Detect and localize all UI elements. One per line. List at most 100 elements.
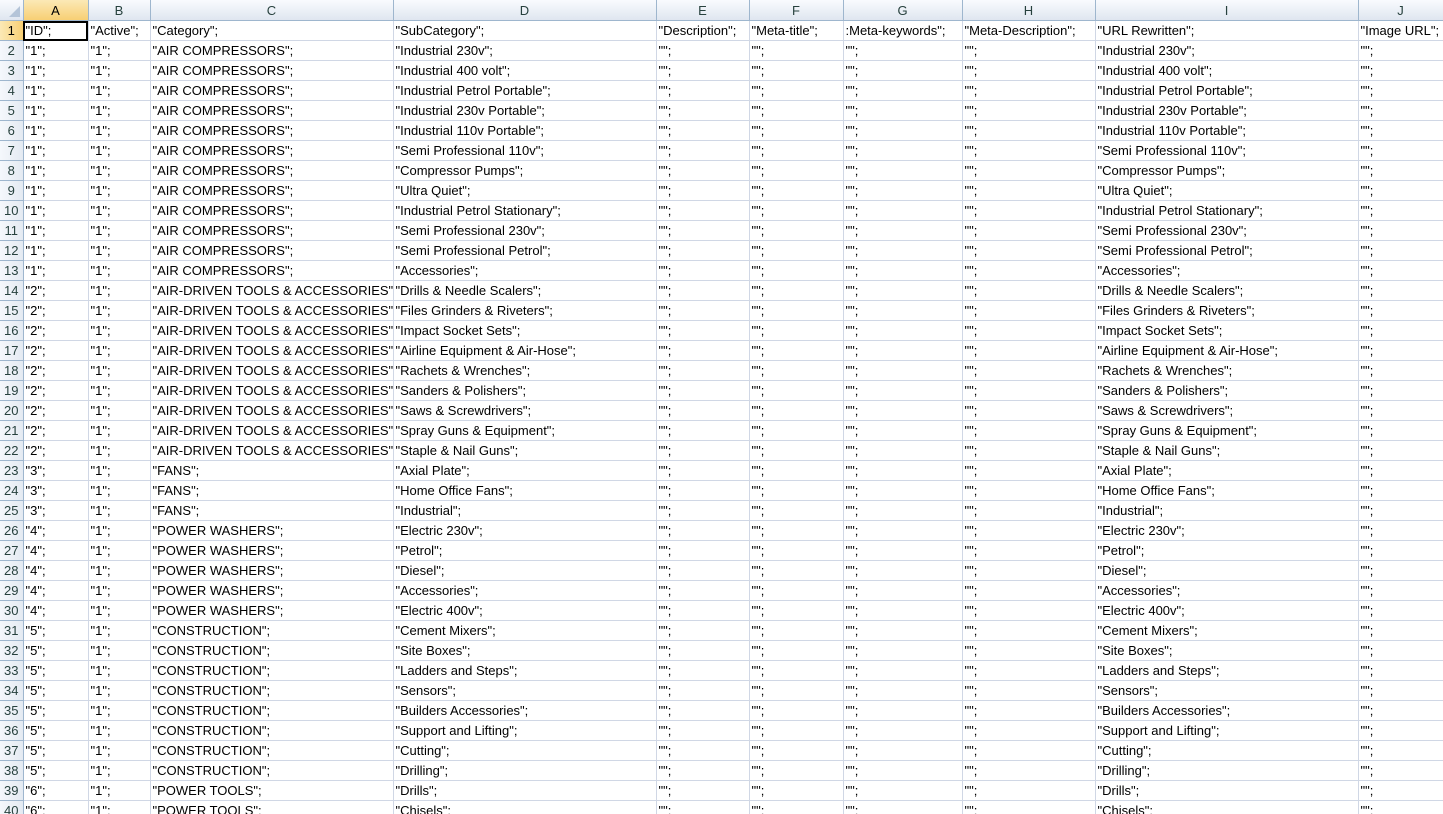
cell-d18[interactable]: "Rachets & Wrenches";	[393, 360, 657, 381]
row-header[interactable]: 5	[0, 100, 24, 121]
cell-h37[interactable]: "";	[962, 740, 1096, 761]
cell-e40[interactable]: "";	[656, 800, 750, 814]
cell-a22[interactable]: "2";	[23, 440, 89, 461]
cell-a21[interactable]: "2";	[23, 420, 89, 441]
row-header[interactable]: 10	[0, 200, 24, 221]
cell-c32[interactable]: "CONSTRUCTION";	[150, 640, 394, 661]
cell-j10[interactable]: "";	[1358, 200, 1443, 221]
cell-j3[interactable]: "";	[1358, 60, 1443, 81]
cell-e25[interactable]: "";	[656, 500, 750, 521]
cell-i7[interactable]: "Semi Professional 110v";	[1095, 140, 1359, 161]
cell-j2[interactable]: "";	[1358, 40, 1443, 61]
cell-d15[interactable]: "Files Grinders & Riveters";	[393, 300, 657, 321]
cell-d31[interactable]: "Cement Mixers";	[393, 620, 657, 641]
row-header[interactable]: 7	[0, 140, 24, 161]
row-header[interactable]: 6	[0, 120, 24, 141]
cell-b24[interactable]: "1";	[88, 480, 151, 501]
cell-c18[interactable]: "AIR-DRIVEN TOOLS & ACCESSORIES";	[150, 360, 394, 381]
cell-c36[interactable]: "CONSTRUCTION";	[150, 720, 394, 741]
cell-b15[interactable]: "1";	[88, 300, 151, 321]
row-header[interactable]: 19	[0, 380, 24, 401]
cell-d7[interactable]: "Semi Professional 110v";	[393, 140, 657, 161]
cell-a12[interactable]: "1";	[23, 240, 89, 261]
row-header[interactable]: 37	[0, 740, 24, 761]
cell-c5[interactable]: "AIR COMPRESSORS";	[150, 100, 394, 121]
cell-g12[interactable]: "";	[843, 240, 963, 261]
cell-b5[interactable]: "1";	[88, 100, 151, 121]
cell-i12[interactable]: "Semi Professional Petrol";	[1095, 240, 1359, 261]
cell-b9[interactable]: "1";	[88, 180, 151, 201]
cell-f6[interactable]: "";	[749, 120, 844, 141]
cell-h4[interactable]: "";	[962, 80, 1096, 101]
cell-b19[interactable]: "1";	[88, 380, 151, 401]
row-header[interactable]: 16	[0, 320, 24, 341]
row-header[interactable]: 35	[0, 700, 24, 721]
cell-g11[interactable]: "";	[843, 220, 963, 241]
cell-e8[interactable]: "";	[656, 160, 750, 181]
cell-f39[interactable]: "";	[749, 780, 844, 801]
cell-g6[interactable]: "";	[843, 120, 963, 141]
cell-i19[interactable]: "Sanders & Polishers";	[1095, 380, 1359, 401]
cell-g31[interactable]: "";	[843, 620, 963, 641]
cell-a37[interactable]: "5";	[23, 740, 89, 761]
cell-b16[interactable]: "1";	[88, 320, 151, 341]
cell-i29[interactable]: "Accessories";	[1095, 580, 1359, 601]
cell-g32[interactable]: "";	[843, 640, 963, 661]
cell-d19[interactable]: "Sanders & Polishers";	[393, 380, 657, 401]
cell-d40[interactable]: "Chisels";	[393, 800, 657, 814]
cell-g5[interactable]: "";	[843, 100, 963, 121]
cell-c11[interactable]: "AIR COMPRESSORS";	[150, 220, 394, 241]
row-header[interactable]: 12	[0, 240, 24, 261]
cell-c31[interactable]: "CONSTRUCTION";	[150, 620, 394, 641]
cell-g19[interactable]: "";	[843, 380, 963, 401]
cell-j25[interactable]: "";	[1358, 500, 1443, 521]
cell-h23[interactable]: "";	[962, 460, 1096, 481]
cell-d14[interactable]: "Drills & Needle Scalers";	[393, 280, 657, 301]
cell-g24[interactable]: "";	[843, 480, 963, 501]
cell-c1[interactable]: "Category";	[150, 20, 394, 41]
cell-a29[interactable]: "4";	[23, 580, 89, 601]
cell-g35[interactable]: "";	[843, 700, 963, 721]
cell-e13[interactable]: "";	[656, 260, 750, 281]
cell-d21[interactable]: "Spray Guns & Equipment";	[393, 420, 657, 441]
cell-e23[interactable]: "";	[656, 460, 750, 481]
cell-e36[interactable]: "";	[656, 720, 750, 741]
cell-h15[interactable]: "";	[962, 300, 1096, 321]
cell-h29[interactable]: "";	[962, 580, 1096, 601]
cell-f22[interactable]: "";	[749, 440, 844, 461]
cell-d25[interactable]: "Industrial";	[393, 500, 657, 521]
cell-j15[interactable]: "";	[1358, 300, 1443, 321]
cell-h10[interactable]: "";	[962, 200, 1096, 221]
cell-e2[interactable]: "";	[656, 40, 750, 61]
row-header[interactable]: 4	[0, 80, 24, 101]
cell-h2[interactable]: "";	[962, 40, 1096, 61]
cell-e14[interactable]: "";	[656, 280, 750, 301]
cell-h7[interactable]: "";	[962, 140, 1096, 161]
cell-e20[interactable]: "";	[656, 400, 750, 421]
cell-g26[interactable]: "";	[843, 520, 963, 541]
cell-f38[interactable]: "";	[749, 760, 844, 781]
cell-g22[interactable]: "";	[843, 440, 963, 461]
cell-j18[interactable]: "";	[1358, 360, 1443, 381]
cell-e4[interactable]: "";	[656, 80, 750, 101]
cell-j37[interactable]: "";	[1358, 740, 1443, 761]
cell-i37[interactable]: "Cutting";	[1095, 740, 1359, 761]
cell-b22[interactable]: "1";	[88, 440, 151, 461]
cell-i17[interactable]: "Airline Equipment & Air-Hose";	[1095, 340, 1359, 361]
cell-c8[interactable]: "AIR COMPRESSORS";	[150, 160, 394, 181]
cell-i3[interactable]: "Industrial 400 volt";	[1095, 60, 1359, 81]
cell-a18[interactable]: "2";	[23, 360, 89, 381]
cell-i10[interactable]: "Industrial Petrol Stationary";	[1095, 200, 1359, 221]
cell-j36[interactable]: "";	[1358, 720, 1443, 741]
cell-g4[interactable]: "";	[843, 80, 963, 101]
cell-j20[interactable]: "";	[1358, 400, 1443, 421]
cell-c38[interactable]: "CONSTRUCTION";	[150, 760, 394, 781]
cell-i14[interactable]: "Drills & Needle Scalers";	[1095, 280, 1359, 301]
cell-b7[interactable]: "1";	[88, 140, 151, 161]
cell-a8[interactable]: "1";	[23, 160, 89, 181]
cell-d6[interactable]: "Industrial 110v Portable";	[393, 120, 657, 141]
row-header[interactable]: 24	[0, 480, 24, 501]
cell-f1[interactable]: "Meta-title";	[749, 20, 844, 41]
cell-d36[interactable]: "Support and Lifting";	[393, 720, 657, 741]
cell-h13[interactable]: "";	[962, 260, 1096, 281]
